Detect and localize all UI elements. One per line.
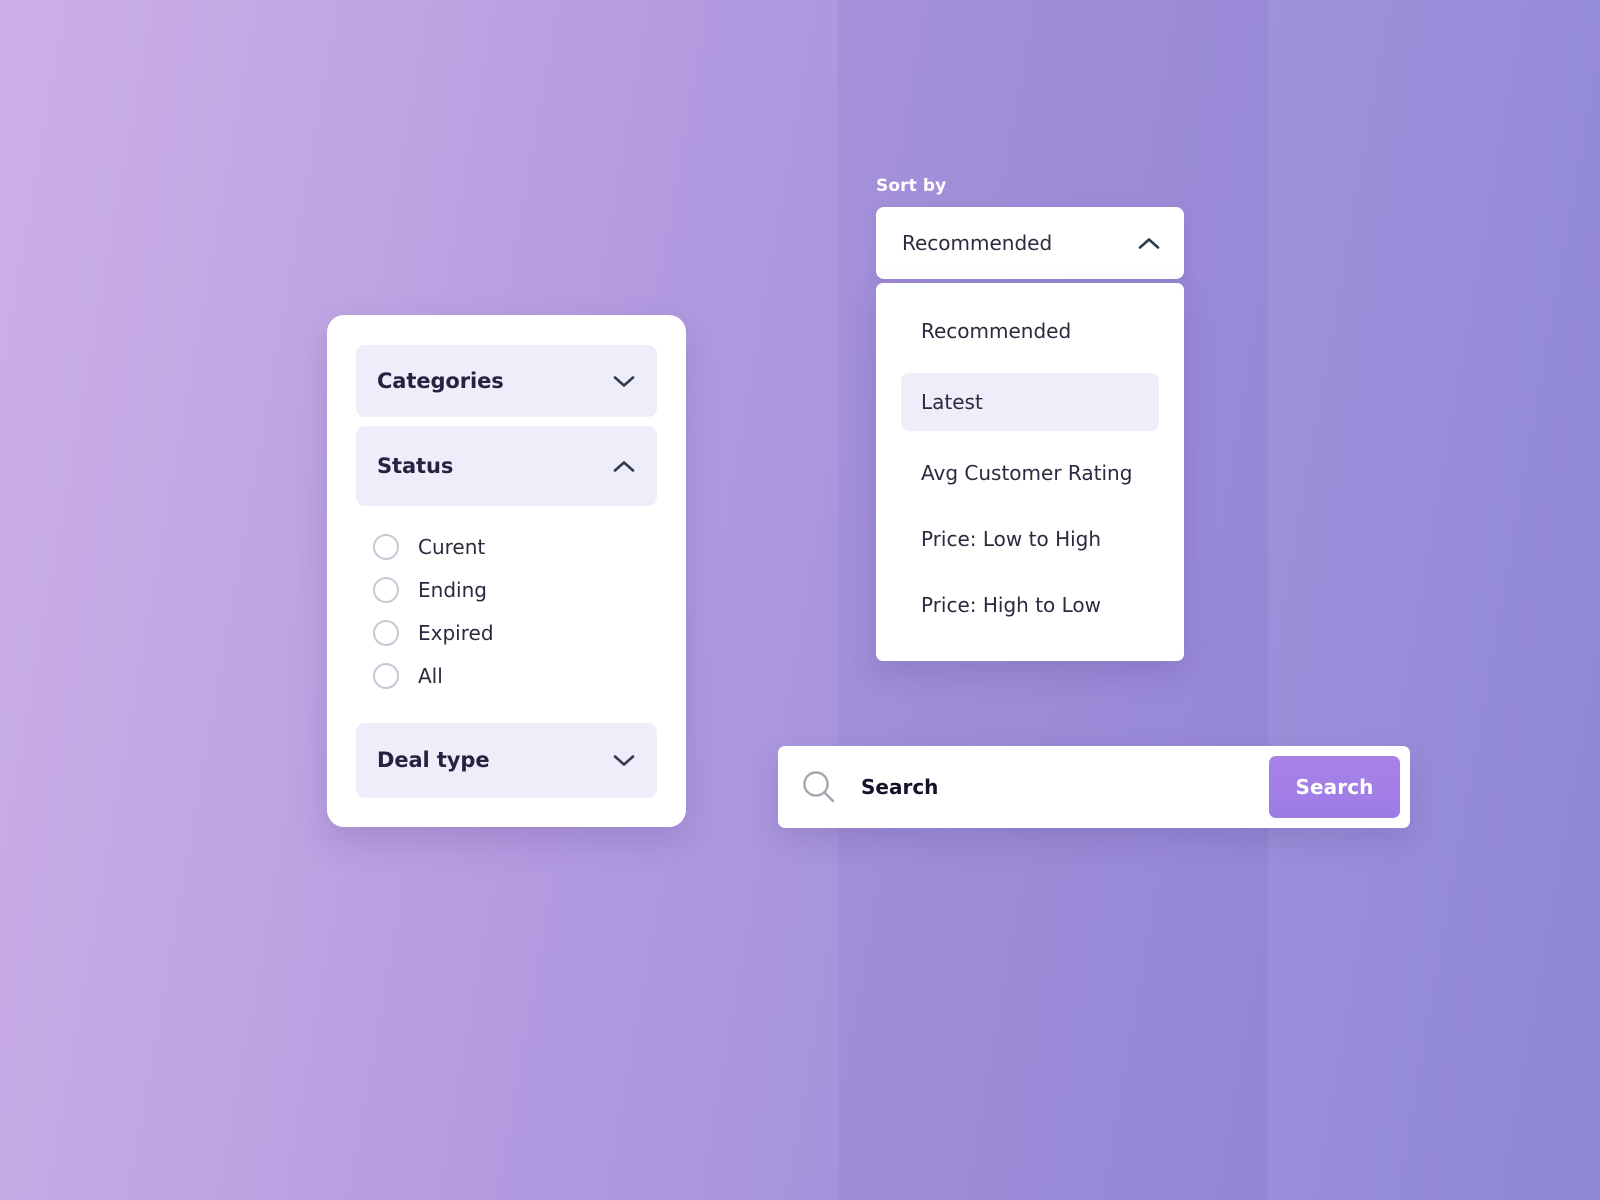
sort-select-trigger[interactable]: Recommended xyxy=(876,207,1184,279)
radio-circle-icon[interactable] xyxy=(373,533,399,560)
accordion-header-status[interactable]: Status xyxy=(356,426,657,506)
search-bar: Search xyxy=(778,746,1410,828)
radio-option-all[interactable]: All xyxy=(356,654,657,697)
sort-option-latest[interactable]: Latest xyxy=(901,373,1159,431)
accordion-header-categories[interactable]: Categories xyxy=(356,345,657,417)
sort-option-price-low-to-high[interactable]: Price: Low to High xyxy=(901,515,1159,563)
radio-circle-icon[interactable] xyxy=(373,619,399,646)
sort-selected-value: Recommended xyxy=(902,231,1053,255)
accordion-header-deal-type[interactable]: Deal type xyxy=(356,723,657,798)
radio-label: All xyxy=(418,663,443,688)
sort-dropdown-menu: Recommended Latest Avg Customer Rating P… xyxy=(876,283,1184,661)
sort-option-price-high-to-low[interactable]: Price: High to Low xyxy=(901,581,1159,629)
radio-label: Expired xyxy=(418,620,494,645)
radio-label: Ending xyxy=(418,577,487,602)
background-gradient xyxy=(0,0,1600,1200)
radio-circle-icon[interactable] xyxy=(373,662,399,689)
accordion-label-deal-type: Deal type xyxy=(377,748,490,772)
radio-circle-icon[interactable] xyxy=(373,576,399,603)
chevron-down-icon[interactable] xyxy=(613,754,635,767)
accordion-label-status: Status xyxy=(377,453,454,478)
sort-option-recommended[interactable]: Recommended xyxy=(901,307,1159,355)
sort-by-label: Sort by xyxy=(876,176,947,196)
radio-option-ending[interactable]: Ending xyxy=(356,568,657,611)
chevron-up-glyph xyxy=(1138,237,1160,249)
radio-option-curent[interactable]: Curent xyxy=(356,525,657,568)
chevron-down-glyph xyxy=(613,375,635,387)
radio-label: Curent xyxy=(418,534,486,559)
search-button[interactable]: Search xyxy=(1269,756,1400,818)
chevron-down-glyph xyxy=(613,755,635,766)
radio-option-expired[interactable]: Expired xyxy=(356,611,657,654)
chevron-up-glyph xyxy=(613,460,635,472)
status-radio-group: Curent Ending Expired All xyxy=(356,525,657,697)
search-icon xyxy=(803,771,835,803)
chevron-down-icon[interactable] xyxy=(613,375,635,388)
chevron-up-icon[interactable] xyxy=(1138,237,1160,250)
filter-panel: Categories Status Curent Ending Expired … xyxy=(327,315,686,827)
accordion-label-categories: Categories xyxy=(377,368,504,393)
chevron-up-icon[interactable] xyxy=(613,460,635,473)
search-input[interactable] xyxy=(861,767,1269,807)
sort-option-avg-customer-rating[interactable]: Avg Customer Rating xyxy=(901,449,1159,497)
